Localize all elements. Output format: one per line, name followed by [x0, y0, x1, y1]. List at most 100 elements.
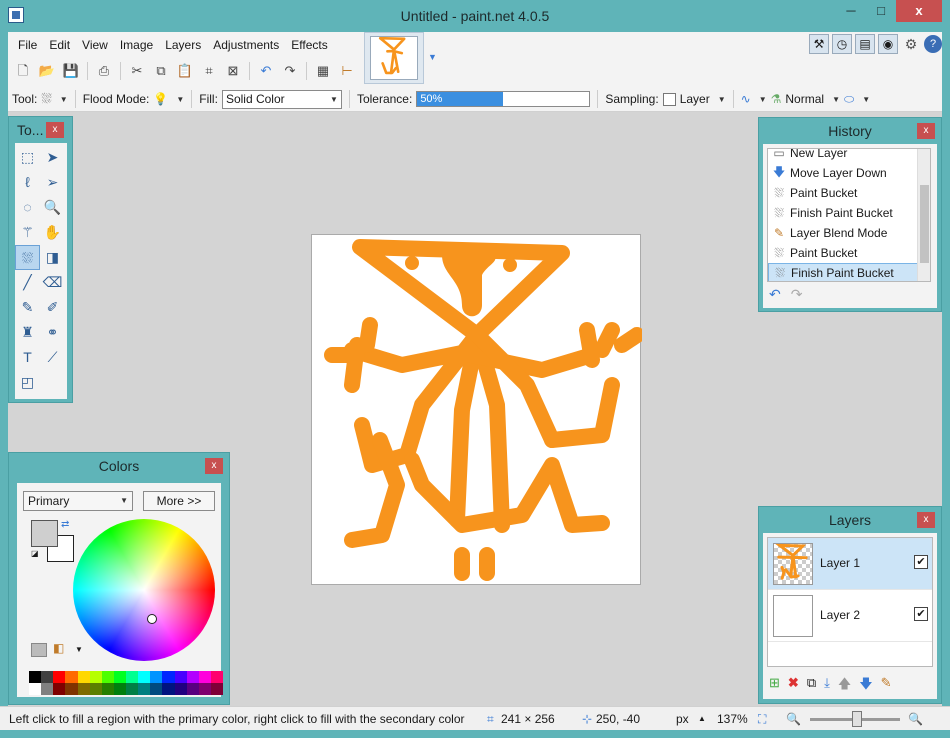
menu-adjustments[interactable]: Adjustments: [207, 36, 285, 56]
shapes-icon[interactable]: ◰: [15, 370, 40, 395]
palette-menu-icon[interactable]: ◧: [53, 641, 64, 655]
palette-swatch[interactable]: [198, 683, 211, 695]
recolor-icon[interactable]: ⚭: [40, 320, 65, 345]
palette-swatch[interactable]: [126, 671, 139, 683]
reset-colors-icon[interactable]: ◪: [31, 549, 39, 558]
ellipse-select-icon[interactable]: ◌: [15, 195, 40, 220]
current-tool-paint-bucket-icon[interactable]: ⛆: [41, 91, 51, 107]
color-palette[interactable]: [29, 671, 223, 695]
palette-swatch[interactable]: [162, 683, 175, 695]
cut-icon[interactable]: ✂: [126, 61, 148, 81]
undo-icon[interactable]: ↶: [769, 286, 781, 303]
delete-layer-icon[interactable]: ✖: [788, 675, 799, 697]
palette-swatch[interactable]: [41, 671, 54, 683]
sampling-dropdown-icon[interactable]: ▼: [718, 95, 726, 104]
palette-swatch[interactable]: [113, 671, 126, 683]
redo-icon[interactable]: ↷: [279, 61, 301, 81]
add-layer-icon[interactable]: ⊞: [769, 675, 780, 697]
crop-icon[interactable]: ⌗: [198, 61, 220, 81]
antialiasing-icon[interactable]: ∿: [741, 92, 751, 106]
palette-swatch[interactable]: [210, 671, 223, 683]
blend-mode-dropdown-icon[interactable]: ▼: [832, 95, 840, 104]
selection-mode-dropdown-icon[interactable]: ▼: [862, 95, 870, 104]
minimize-button[interactable]: ─: [836, 0, 866, 22]
tab-strip-dropdown-icon[interactable]: ▼: [428, 52, 437, 62]
palette-swatch[interactable]: [174, 671, 187, 683]
palette-swatch[interactable]: [186, 671, 199, 683]
palette-swatch[interactable]: [210, 683, 223, 695]
layer-row[interactable]: Layer 1 ✔: [768, 538, 932, 590]
redo-icon[interactable]: ↷: [791, 286, 803, 303]
palette-swatch[interactable]: [89, 671, 102, 683]
primary-color-swatch[interactable]: [31, 520, 58, 547]
history-window-title[interactable]: History: [759, 118, 941, 144]
flood-mode-dropdown-icon[interactable]: ▼: [176, 95, 184, 104]
menu-layers[interactable]: Layers: [159, 36, 207, 56]
blend-mode-icon[interactable]: ⚗: [771, 92, 782, 106]
history-item[interactable]: ⛆ Paint Bucket: [768, 243, 930, 263]
zoom-out-icon[interactable]: 🔍: [786, 712, 801, 726]
paint-bucket-icon[interactable]: ⛆: [15, 245, 40, 270]
pan-hand-icon[interactable]: ✋: [40, 220, 65, 245]
palette-swatch[interactable]: [126, 683, 139, 695]
move-selected-pixels-icon[interactable]: ➤: [40, 145, 65, 170]
history-item[interactable]: ⛆ Paint Bucket: [768, 183, 930, 203]
lasso-select-icon[interactable]: ℓ: [15, 170, 40, 195]
ruler-icon[interactable]: ⊢: [336, 61, 358, 81]
undo-icon[interactable]: ↶: [255, 61, 277, 81]
layer-properties-icon[interactable]: ✎: [881, 675, 892, 697]
color-wheel[interactable]: [73, 519, 215, 661]
open-file-icon[interactable]: 📂: [36, 61, 58, 81]
menu-file[interactable]: File: [12, 36, 43, 56]
move-layer-up-icon[interactable]: 🡅: [838, 675, 851, 697]
units-value[interactable]: px: [676, 712, 689, 726]
zoom-icon[interactable]: 🔍: [40, 195, 65, 220]
history-item[interactable]: ✎ Layer Blend Mode: [768, 223, 930, 243]
save-file-icon[interactable]: 💾: [60, 61, 82, 81]
image-canvas[interactable]: [311, 234, 645, 585]
more-colors-button[interactable]: More >>: [143, 491, 215, 511]
tools-window-toggle-hammer-icon[interactable]: ⚒: [809, 34, 829, 54]
palette-swatch[interactable]: [101, 671, 114, 683]
pencil-icon[interactable]: ✎: [15, 295, 40, 320]
help-icon[interactable]: ?: [924, 35, 942, 53]
palette-swatch[interactable]: [29, 683, 42, 695]
palette-swatch[interactable]: [41, 683, 54, 695]
layers-window-toggle-icon[interactable]: ▤: [855, 34, 875, 54]
history-close-button[interactable]: x: [917, 123, 935, 139]
history-scrollbar[interactable]: [917, 149, 930, 281]
magic-wand-icon[interactable]: ⚚: [15, 220, 40, 245]
paste-icon[interactable]: 📋: [174, 61, 196, 81]
gradient-icon[interactable]: ◨: [40, 245, 65, 270]
colors-close-button[interactable]: x: [205, 458, 223, 474]
tools-close-button[interactable]: x: [46, 122, 64, 138]
deselect-icon[interactable]: ⊠: [222, 61, 244, 81]
color-wheel-marker[interactable]: [147, 614, 157, 624]
duplicate-layer-icon[interactable]: ⧉: [807, 675, 816, 697]
palette-swatch[interactable]: [65, 683, 78, 695]
zoom-to-window-icon[interactable]: ⛶: [758, 712, 766, 727]
antialiasing-dropdown-icon[interactable]: ▼: [759, 95, 767, 104]
palette-swatch[interactable]: [198, 671, 211, 683]
palette-swatch[interactable]: [186, 683, 199, 695]
menu-view[interactable]: View: [76, 36, 114, 56]
palette-swatch[interactable]: [53, 671, 66, 683]
layers-window-title[interactable]: Layers: [759, 507, 941, 533]
rectangle-select-icon[interactable]: ⬚: [15, 145, 40, 170]
paintbrush-icon[interactable]: ╱: [15, 270, 40, 295]
palette-swatch[interactable]: [101, 683, 114, 695]
line-curve-icon[interactable]: ⟋: [40, 345, 65, 370]
palette-swatch[interactable]: [113, 683, 126, 695]
move-layer-down-icon[interactable]: 🡇: [859, 675, 872, 697]
history-window-toggle-clock-icon[interactable]: ◷: [832, 34, 852, 54]
palette-swatch[interactable]: [162, 671, 175, 683]
palette-swatch[interactable]: [150, 683, 163, 695]
palette-swatch[interactable]: [138, 671, 151, 683]
colors-window-title[interactable]: Colors: [9, 453, 229, 479]
layers-close-button[interactable]: x: [917, 512, 935, 528]
palette-swatch[interactable]: [29, 671, 42, 683]
blend-mode-value[interactable]: Normal: [785, 92, 824, 106]
zoom-in-icon[interactable]: 🔍: [908, 712, 923, 726]
move-selection-icon[interactable]: ➢: [40, 170, 65, 195]
tolerance-slider[interactable]: 50%: [416, 91, 591, 107]
